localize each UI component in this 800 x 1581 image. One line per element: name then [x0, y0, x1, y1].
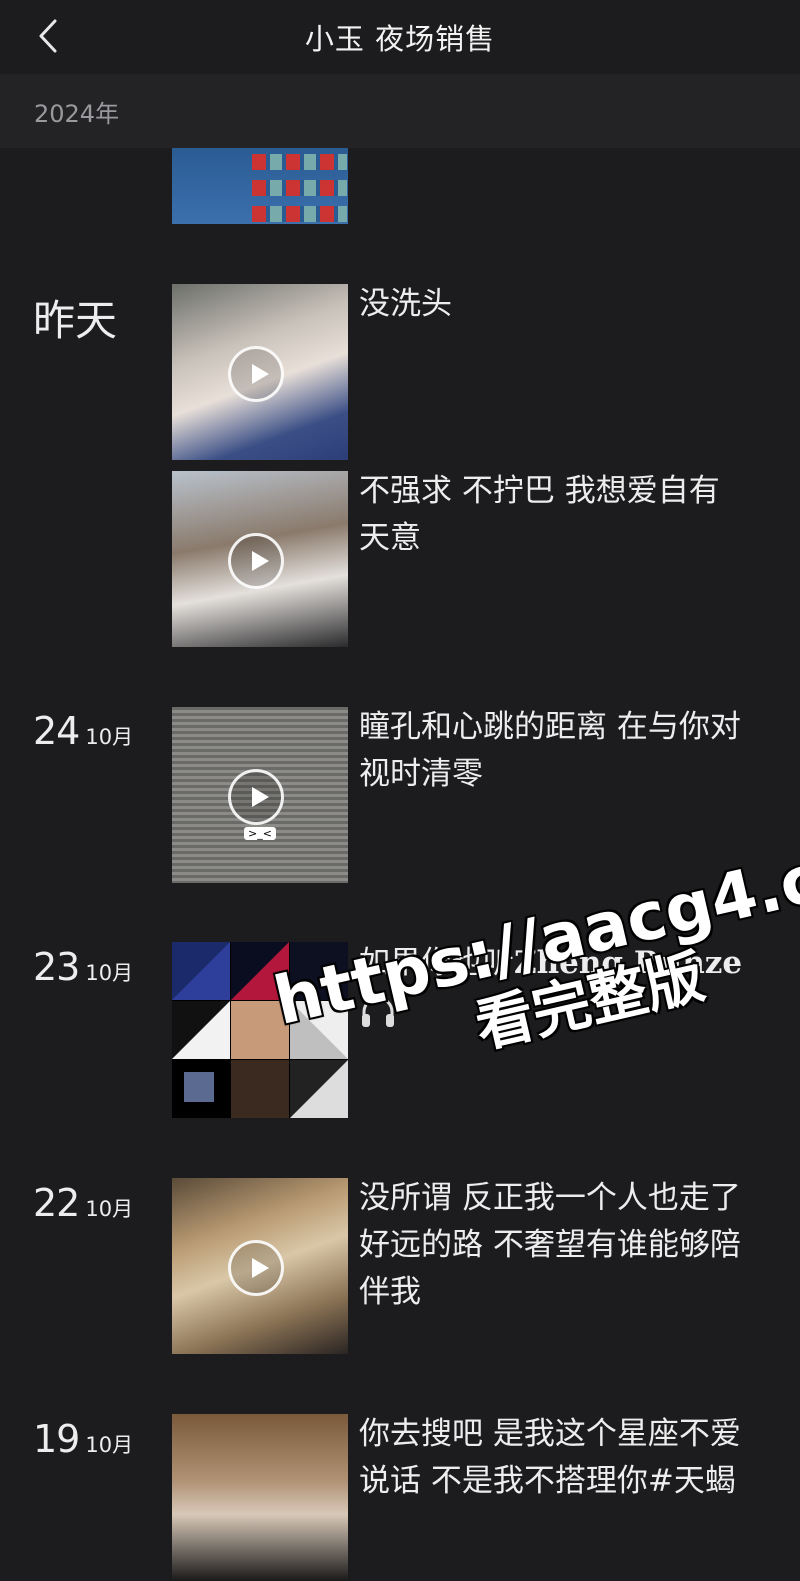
date-month: 10月: [85, 1197, 134, 1221]
date-month: 10月: [85, 961, 134, 985]
sticker-label: >_<: [244, 827, 276, 840]
post-date: 19 10月: [33, 1417, 133, 1461]
post-thumbnail-3[interactable]: >_<: [172, 707, 348, 883]
watermark-overlay: https://aacg4.com 看完整版: [267, 814, 800, 1163]
post-image-6[interactable]: [172, 1414, 348, 1581]
game-item-row: [252, 180, 347, 196]
page-title: 小玉 夜场销售: [304, 22, 496, 56]
chevron-left-icon: [39, 19, 57, 53]
date-month: 10月: [85, 1433, 134, 1457]
date-day: 19: [33, 1417, 80, 1461]
year-label: 2024年: [34, 99, 120, 128]
back-button[interactable]: [28, 14, 68, 58]
play-icon: [228, 533, 284, 589]
game-item-row: [252, 154, 347, 170]
post-caption-1[interactable]: 没洗头: [359, 281, 749, 328]
year-section-header: 2024年: [0, 74, 800, 148]
date-day: 24: [33, 709, 80, 753]
post-caption-5[interactable]: 没所谓 反正我一个人也走了好远的路 不奢望有谁能够陪伴我: [359, 1175, 749, 1316]
post-date: 23 10月: [33, 945, 133, 989]
post-date: 22 10月: [33, 1181, 133, 1225]
top-navigation-bar: 小玉 夜场销售: [0, 0, 800, 74]
post-caption-6[interactable]: 你去搜吧 是我这个星座不爱说话 不是我不搭理你#天蝎: [359, 1411, 749, 1505]
post-thumbnail-5[interactable]: [172, 1178, 348, 1354]
game-item-row: [252, 206, 347, 222]
post-caption-2[interactable]: 不强求 不拧巴 我想爱自有天意: [359, 468, 749, 562]
play-icon: [228, 1240, 284, 1296]
date-day: 22: [33, 1181, 80, 1225]
post-date-yesterday: 昨天: [33, 296, 118, 345]
date-day: 23: [33, 945, 80, 989]
post-caption-3[interactable]: 瞳孔和心跳的距离 在与你对视时清零: [359, 704, 749, 798]
partial-post-thumbnail[interactable]: [172, 148, 348, 224]
play-icon: [228, 769, 284, 825]
post-date: 24 10月: [33, 709, 133, 753]
play-icon: [228, 346, 284, 402]
post-thumbnail-1[interactable]: [172, 284, 348, 460]
date-month: 10月: [85, 725, 134, 749]
post-thumbnail-2[interactable]: [172, 471, 348, 647]
